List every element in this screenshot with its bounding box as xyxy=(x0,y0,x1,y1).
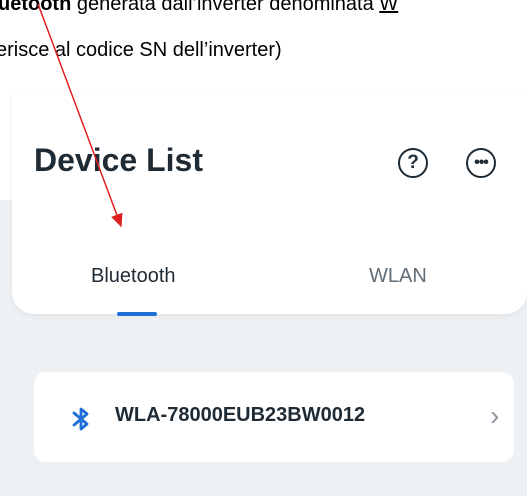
document-snippet: uetooth generata dall’inverter denominat… xyxy=(0,0,527,90)
page-title: Device List xyxy=(34,142,203,178)
tab-bluetooth[interactable]: Bluetooth xyxy=(91,265,176,288)
header-card xyxy=(12,90,527,314)
device-name: WLA-78000EUB23BW0012 xyxy=(115,404,366,426)
help-button[interactable]: ? xyxy=(398,148,428,178)
document-line-1: uetooth generata dall’inverter denominat… xyxy=(0,0,398,16)
tab-wlan[interactable]: WLAN xyxy=(369,265,427,288)
document-text: generata dall’inverter denominata xyxy=(71,0,380,15)
more-options-button[interactable]: ••• xyxy=(466,148,496,178)
device-list-screen: Device List ? ••• Bluetooth WLAN WLA-780… xyxy=(0,90,527,496)
document-line-2: erisce al codice SN dell’inverter) xyxy=(0,39,282,61)
tab-active-indicator xyxy=(117,312,157,316)
chevron-right-icon: › xyxy=(490,400,500,431)
document-underlined-text: W xyxy=(379,0,399,15)
bluetooth-icon xyxy=(72,407,89,431)
help-icon: ? xyxy=(407,152,419,173)
device-list-item[interactable]: WLA-78000EUB23BW0012 › xyxy=(34,372,514,462)
document-bold-text: uetooth xyxy=(0,0,72,15)
more-icon: ••• xyxy=(474,154,489,171)
